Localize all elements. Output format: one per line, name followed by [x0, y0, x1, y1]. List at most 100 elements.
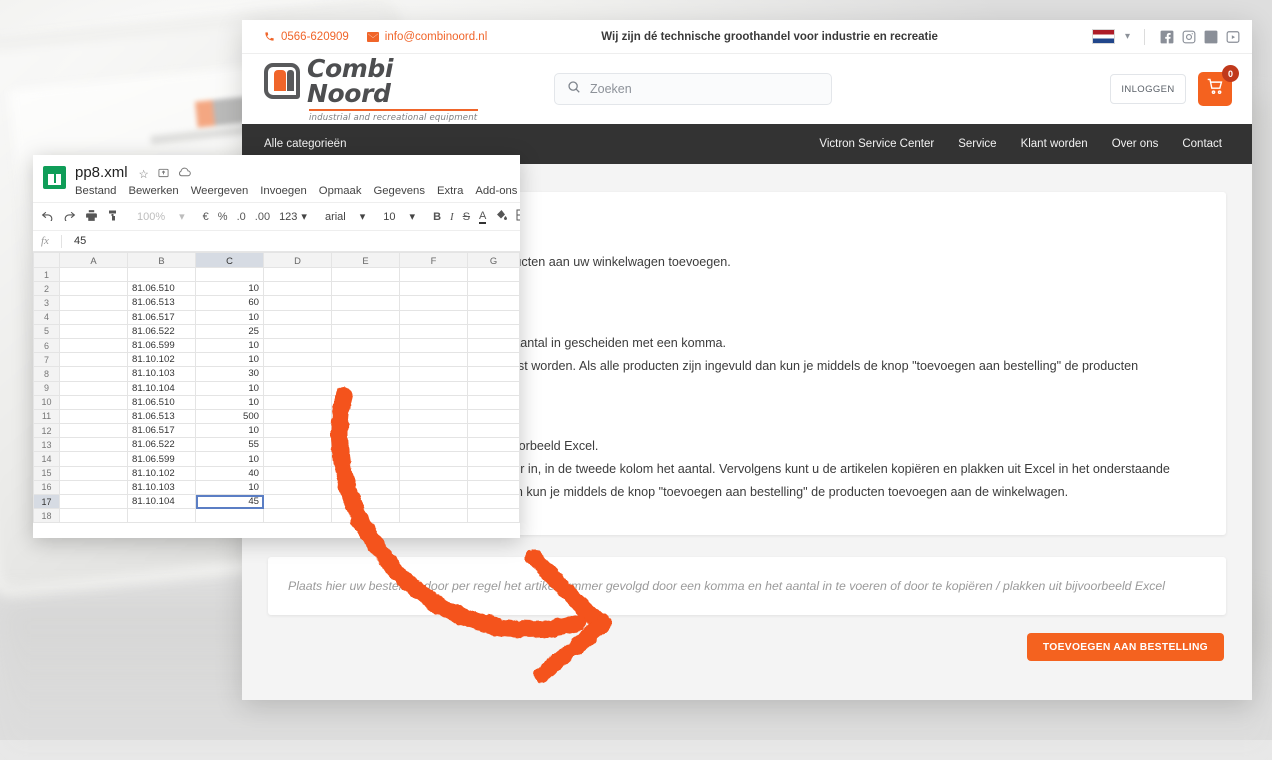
- cart-button[interactable]: 0: [1198, 65, 1239, 106]
- cell-F7[interactable]: [399, 352, 468, 368]
- star-icon[interactable]: ☆: [139, 167, 149, 181]
- row-header-11[interactable]: 11: [33, 408, 60, 425]
- cell-A16[interactable]: [59, 479, 128, 496]
- strikethrough-button[interactable]: S: [463, 211, 470, 223]
- cell-B3[interactable]: 81.06.513: [127, 295, 196, 311]
- column-header-e[interactable]: E: [331, 252, 400, 268]
- menu-invoegen[interactable]: Invoegen: [260, 185, 306, 197]
- column-header-a[interactable]: A: [59, 252, 128, 268]
- cell-E2[interactable]: [331, 281, 400, 297]
- cell-C13[interactable]: 55: [195, 437, 264, 453]
- cell-G7[interactable]: [467, 352, 520, 368]
- cell-B18[interactable]: [127, 508, 196, 524]
- cell-F13[interactable]: [399, 437, 468, 453]
- cell-E8[interactable]: [331, 366, 400, 382]
- cell-B11[interactable]: 81.06.513: [127, 408, 196, 425]
- cell-E4[interactable]: [331, 309, 400, 325]
- row-header-12[interactable]: 12: [33, 423, 60, 439]
- cell-C12[interactable]: 10: [195, 423, 264, 439]
- login-button[interactable]: INLOGGEN: [1110, 74, 1186, 104]
- cell-C17[interactable]: 45: [195, 493, 264, 510]
- cell-A14[interactable]: [59, 451, 128, 467]
- cell-D15[interactable]: [263, 465, 332, 481]
- menu-weergeven[interactable]: Weergeven: [191, 185, 249, 197]
- cell-A12[interactable]: [59, 423, 128, 439]
- row-header-15[interactable]: 15: [33, 465, 60, 481]
- cell-G13[interactable]: [467, 437, 520, 453]
- formula-bar[interactable]: fx 45: [33, 230, 520, 252]
- nav-link-over-ons[interactable]: Over ons: [1112, 138, 1159, 150]
- cell-C15[interactable]: 40: [195, 465, 264, 481]
- cell-G8[interactable]: [467, 366, 520, 382]
- cell-G9[interactable]: [467, 380, 520, 396]
- cell-B16[interactable]: 81.10.103: [127, 479, 196, 496]
- cell-C14[interactable]: 10: [195, 451, 264, 467]
- cell-G1[interactable]: [467, 266, 520, 283]
- cell-A7[interactable]: [59, 352, 128, 368]
- cell-F17[interactable]: [399, 493, 468, 510]
- cell-C4[interactable]: 10: [195, 309, 264, 325]
- cell-C9[interactable]: 10: [195, 380, 264, 396]
- cell-E14[interactable]: [331, 451, 400, 467]
- cell-A17[interactable]: [59, 493, 128, 510]
- nav-link-klant-worden[interactable]: Klant worden: [1021, 138, 1088, 150]
- row-header-8[interactable]: 8: [33, 366, 60, 382]
- cell-D17[interactable]: [263, 493, 332, 510]
- row-header-2[interactable]: 2: [33, 281, 60, 297]
- cell-G17[interactable]: [467, 493, 520, 510]
- cell-D7[interactable]: [263, 352, 332, 368]
- cell-E3[interactable]: [331, 295, 400, 311]
- row-header-9[interactable]: 9: [33, 380, 60, 396]
- cell-D4[interactable]: [263, 309, 332, 325]
- cell-D2[interactable]: [263, 281, 332, 297]
- cell-E5[interactable]: [331, 323, 400, 339]
- cell-G10[interactable]: [467, 394, 520, 410]
- cell-F11[interactable]: [399, 408, 468, 425]
- cell-A11[interactable]: [59, 408, 128, 425]
- cell-G3[interactable]: [467, 295, 520, 311]
- cell-F15[interactable]: [399, 465, 468, 481]
- cell-A2[interactable]: [59, 281, 128, 297]
- cell-A8[interactable]: [59, 366, 128, 382]
- all-categories-menu[interactable]: Alle categorieën: [264, 138, 346, 150]
- cell-B8[interactable]: 81.10.103: [127, 366, 196, 382]
- spreadsheet-grid[interactable]: A B C D E F G 1 2 81.06.510 10 3 81.06.513 60 4…: [33, 252, 520, 524]
- cell-D1[interactable]: [263, 266, 332, 283]
- cell-C10[interactable]: 10: [195, 394, 264, 410]
- cell-F4[interactable]: [399, 309, 468, 325]
- cell-F10[interactable]: [399, 394, 468, 410]
- cell-E9[interactable]: [331, 380, 400, 396]
- cell-A5[interactable]: [59, 323, 128, 339]
- cell-F3[interactable]: [399, 295, 468, 311]
- order-textarea[interactable]: Plaats hier uw bestelling door per regel…: [268, 557, 1226, 615]
- column-header-b[interactable]: B: [127, 252, 196, 268]
- row-header-10[interactable]: 10: [33, 394, 60, 410]
- row-header-5[interactable]: 5: [33, 323, 60, 339]
- cell-E17[interactable]: [331, 493, 400, 510]
- cell-D12[interactable]: [263, 423, 332, 439]
- row-header-18[interactable]: 18: [33, 508, 60, 524]
- cell-A10[interactable]: [59, 394, 128, 410]
- site-logo[interactable]: Combi Noord industrial and recreational …: [264, 56, 478, 123]
- borders-icon[interactable]: [516, 209, 520, 224]
- currency-format-button[interactable]: €: [203, 211, 209, 223]
- cell-G4[interactable]: [467, 309, 520, 325]
- spreadsheet-filename[interactable]: pp8.xml: [75, 164, 128, 181]
- cell-E15[interactable]: [331, 465, 400, 481]
- number-format-selector[interactable]: 123 ▾: [279, 210, 307, 224]
- cell-E13[interactable]: [331, 437, 400, 453]
- cell-C1[interactable]: [195, 266, 264, 283]
- bold-button[interactable]: B: [433, 211, 441, 223]
- cell-B9[interactable]: 81.10.104: [127, 380, 196, 396]
- cell-D10[interactable]: [263, 394, 332, 410]
- move-to-folder-icon[interactable]: [158, 167, 169, 181]
- cell-F8[interactable]: [399, 366, 468, 382]
- menu-bewerken[interactable]: Bewerken: [128, 185, 178, 197]
- cell-B13[interactable]: 81.06.522: [127, 437, 196, 453]
- cell-A6[interactable]: [59, 337, 128, 354]
- cell-F9[interactable]: [399, 380, 468, 396]
- cell-B1[interactable]: [127, 266, 196, 283]
- chevron-down-icon[interactable]: ▾: [1125, 31, 1130, 42]
- cell-D14[interactable]: [263, 451, 332, 467]
- cell-G14[interactable]: [467, 451, 520, 467]
